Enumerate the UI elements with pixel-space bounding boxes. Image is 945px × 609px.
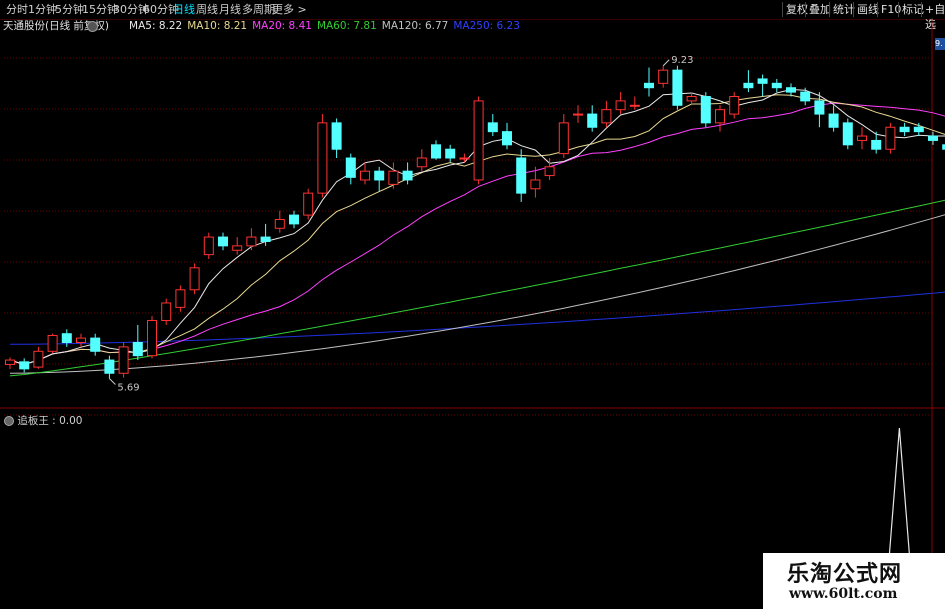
candle-body [90, 337, 101, 352]
candle-body [374, 170, 385, 181]
candle-body [828, 113, 839, 128]
candle-body [885, 126, 896, 150]
indicator-value: 0.00 [59, 415, 83, 427]
candle-body [757, 78, 768, 84]
candle-body [800, 91, 811, 102]
candle-body [175, 289, 186, 308]
candle-body [19, 361, 30, 370]
candle-body [814, 100, 825, 115]
candle-body [360, 170, 370, 181]
candle-body [530, 179, 541, 190]
candle-body [658, 69, 669, 84]
candle-body [303, 192, 314, 216]
candle-body [218, 236, 228, 247]
candle-body [487, 122, 498, 133]
candle-body [161, 302, 172, 322]
candle-body [715, 109, 725, 124]
high-price-label: 9.23 [671, 55, 693, 66]
candle-body [544, 166, 555, 177]
indicator-name: 追板王 [17, 415, 49, 427]
candle-body [573, 113, 583, 116]
candle-body [644, 82, 654, 89]
candle-body [189, 267, 200, 291]
candle-body [601, 109, 612, 124]
candle-body [786, 87, 796, 93]
candle-body [232, 245, 243, 251]
candle-body [147, 320, 157, 357]
candle-body [331, 122, 342, 150]
candle-body [345, 157, 356, 178]
candle-body [402, 170, 413, 181]
candle-body [104, 359, 115, 374]
candle-body [132, 342, 143, 357]
candle-body [33, 350, 44, 368]
candle-body [246, 236, 257, 247]
candle-body [629, 104, 640, 107]
candle-body [913, 126, 924, 133]
candle-body [686, 96, 697, 102]
candle-body [203, 236, 214, 256]
high-pointer [662, 59, 670, 67]
price-axis-tag: 9. [935, 38, 945, 50]
watermark: 乐淘公式网 www.60lt.com [763, 553, 945, 609]
candle-body [274, 219, 285, 229]
watermark-url: www.60lt.com [789, 586, 898, 602]
candle-body [587, 113, 598, 128]
candle-body [871, 139, 882, 150]
candle-body [842, 122, 853, 146]
candle-body [459, 157, 470, 160]
candle-body [260, 236, 271, 242]
candle-body [857, 135, 867, 141]
candle-body [700, 96, 711, 124]
candle-body [743, 82, 754, 89]
candle-body [672, 69, 683, 106]
indicator-title: 追板王 : 0.00 [4, 413, 82, 428]
watermark-title: 乐淘公式网 [787, 562, 903, 587]
indicator-settings-icon[interactable] [4, 416, 14, 426]
candle-body [47, 334, 58, 352]
candle-body [317, 122, 328, 194]
candle-body [771, 82, 782, 89]
candle-body [118, 346, 129, 374]
candle-body [388, 170, 399, 185]
candle-body [61, 333, 72, 344]
candle-body [289, 214, 299, 225]
low-pointer [109, 378, 116, 385]
candle-body [473, 100, 484, 181]
candle-body [431, 144, 441, 159]
candle-body [558, 122, 569, 155]
candle-body [615, 100, 626, 111]
kline-chart[interactable]: 9.23 5.69 [0, 0, 945, 609]
candle-body [5, 359, 15, 365]
candle-body [516, 157, 527, 194]
candle-body [76, 337, 86, 344]
candle-body [445, 148, 456, 159]
candle-body [502, 131, 512, 146]
candle-body [729, 96, 740, 115]
candle-body [416, 157, 427, 168]
candle-body [928, 135, 938, 141]
low-price-label: 5.69 [117, 383, 139, 394]
candle-body [899, 126, 910, 133]
